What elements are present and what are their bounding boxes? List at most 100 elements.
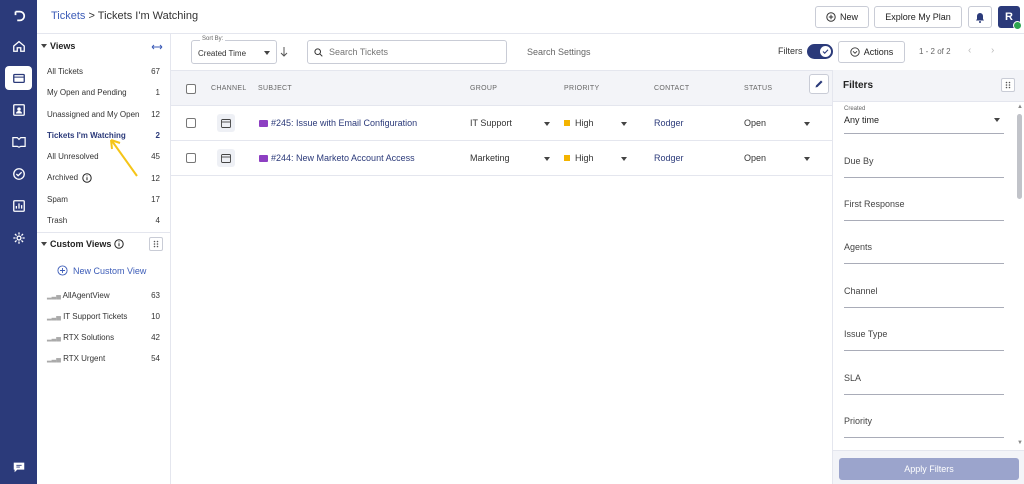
select-all-checkbox[interactable] — [186, 84, 196, 94]
filters-panel-title: Filters — [843, 80, 874, 91]
custom-view-item[interactable]: ▂▃▅ RTX Urgent 54 — [47, 350, 160, 366]
page-title: Tickets I'm Watching — [97, 10, 199, 22]
info-icon[interactable] — [114, 239, 125, 249]
filters-scrollbar[interactable]: ▲ ▼ — [1016, 104, 1023, 448]
chevron-circle-icon — [850, 47, 860, 57]
notifications-button[interactable] — [968, 6, 992, 28]
sort-direction-icon[interactable] — [280, 46, 288, 58]
app-logo-icon[interactable] — [5, 4, 32, 28]
search-settings-link[interactable]: Search Settings — [527, 47, 591, 57]
view-item-spam[interactable]: Spam 17 — [47, 191, 160, 207]
contact-link[interactable]: Rodger — [654, 153, 684, 163]
reports-icon[interactable] — [5, 194, 32, 218]
check-icon — [822, 49, 829, 54]
custom-view-item[interactable]: ▂▃▅ IT Support Tickets 10 — [47, 308, 160, 324]
chevron-down-icon[interactable] — [621, 122, 627, 126]
column-priority[interactable]: PRIORITY — [564, 85, 599, 92]
view-item-all-tickets[interactable]: All Tickets 67 — [47, 63, 160, 79]
priority-select[interactable]: High — [564, 153, 594, 163]
expand-arrows-icon[interactable] — [151, 43, 163, 51]
apply-filters-button[interactable]: Apply Filters — [839, 458, 1019, 480]
scrollbar-thumb[interactable] — [1017, 114, 1022, 199]
actions-button[interactable]: Actions — [838, 41, 905, 63]
ticket-subject-text: : Issue with Email Configuration — [291, 118, 418, 128]
channel-cell — [217, 149, 235, 167]
column-status[interactable]: STATUS — [744, 85, 772, 92]
filter-field-label: Due By — [844, 156, 874, 166]
scroll-up-icon[interactable]: ▲ — [1017, 104, 1023, 110]
view-item-trash[interactable]: Trash 4 — [47, 212, 160, 228]
due-by-filter[interactable]: Due By — [844, 150, 1004, 178]
group-select[interactable]: IT Support — [470, 118, 512, 128]
priority-value: High — [575, 153, 594, 163]
contact-link[interactable]: Rodger — [654, 118, 684, 128]
row-checkbox[interactable] — [186, 118, 196, 128]
chevron-down-icon[interactable] — [544, 157, 550, 161]
view-item-label: Unassigned and My Open — [47, 109, 140, 119]
explore-plan-button[interactable]: Explore My Plan — [874, 6, 962, 28]
column-contact[interactable]: CONTACT — [654, 85, 689, 92]
views-header[interactable]: Views — [41, 41, 75, 51]
table-header: CHANNEL SUBJECT GROUP PRIORITY CONTACT S… — [171, 70, 832, 106]
next-page-icon[interactable]: › — [991, 45, 994, 56]
chevron-down-icon[interactable] — [804, 157, 810, 161]
custom-view-label-wrap: ▂▃▅ IT Support Tickets — [47, 312, 127, 321]
sla-filter[interactable]: SLA — [844, 367, 1004, 395]
knowledge-base-icon[interactable] — [5, 130, 32, 154]
view-item-archived[interactable]: Archived 12 — [47, 170, 160, 186]
first-response-filter[interactable]: First Response — [844, 193, 1004, 221]
created-filter-label: Created — [844, 106, 866, 112]
custom-views-header[interactable]: Custom Views — [41, 239, 125, 249]
bar-chart-icon: ▂▃▅ — [47, 293, 61, 300]
chat-icon[interactable] — [5, 455, 32, 479]
ticket-subject-link[interactable]: #245: Issue with Email Configuration — [259, 118, 417, 128]
table-row[interactable]: #244: New Marketo Account Access Marketi… — [171, 141, 832, 176]
breadcrumb-tickets-link[interactable]: Tickets — [51, 10, 85, 22]
new-ticket-button[interactable]: New — [815, 6, 869, 28]
search-input[interactable] — [329, 47, 499, 57]
column-channel[interactable]: CHANNEL — [211, 85, 247, 92]
view-item-my-open-pending[interactable]: My Open and Pending 1 — [47, 84, 160, 100]
edit-columns-button[interactable] — [809, 74, 829, 94]
group-select[interactable]: Marketing — [470, 153, 510, 163]
prev-page-icon[interactable]: ‹ — [968, 45, 971, 56]
chevron-down-icon[interactable] — [544, 122, 550, 126]
info-icon[interactable] — [82, 173, 93, 183]
view-item-unassigned-my-open[interactable]: Unassigned and My Open 12 — [47, 106, 160, 122]
row-checkbox[interactable] — [186, 153, 196, 163]
scroll-down-icon[interactable]: ▼ — [1017, 440, 1023, 446]
chevron-down-icon[interactable] — [621, 157, 627, 161]
chevron-down-icon[interactable] — [804, 122, 810, 126]
channel-filter[interactable]: Channel — [844, 280, 1004, 308]
user-avatar[interactable]: R — [998, 6, 1022, 30]
home-icon[interactable] — [5, 34, 32, 58]
settings-gear-icon[interactable] — [5, 226, 32, 250]
new-custom-view-button[interactable]: New Custom View — [57, 265, 146, 276]
pagination-text: 1 - 2 of 2 — [919, 47, 951, 56]
filters-toggle[interactable] — [807, 44, 833, 59]
issue-type-filter[interactable]: Issue Type — [844, 323, 1004, 351]
column-group[interactable]: GROUP — [470, 85, 497, 92]
custom-view-item[interactable]: ▂▃▅ RTX Solutions 42 — [47, 329, 160, 345]
drag-handle-icon[interactable] — [1001, 78, 1015, 92]
agents-filter[interactable]: Agents — [844, 236, 1004, 264]
ticket-subject-text: : New Marketo Account Access — [291, 153, 415, 163]
custom-view-item[interactable]: ▂▃▅ AllAgentView 63 — [47, 287, 160, 303]
sort-by-select[interactable]: Sort By: Created Time — [191, 36, 277, 64]
table-row[interactable]: #245: Issue with Email Configuration IT … — [171, 106, 832, 141]
created-filter-select[interactable]: Created Any time — [844, 106, 1004, 134]
ticket-id: #244 — [271, 153, 292, 163]
tasks-icon[interactable] — [5, 162, 32, 186]
column-subject[interactable]: SUBJECT — [258, 85, 292, 92]
view-item-tickets-watching[interactable]: Tickets I'm Watching 2 — [47, 127, 160, 143]
priority-filter[interactable]: Priority — [844, 410, 1004, 438]
ticket-subject-link[interactable]: #244: New Marketo Account Access — [259, 153, 415, 163]
tickets-icon[interactable] — [5, 66, 32, 90]
status-select[interactable]: Open — [744, 118, 766, 128]
view-item-all-unresolved[interactable]: All Unresolved 45 — [47, 148, 160, 164]
priority-select[interactable]: High — [564, 118, 594, 128]
drag-handle-icon[interactable] — [149, 237, 163, 251]
status-select[interactable]: Open — [744, 153, 766, 163]
custom-view-label: AllAgentView — [62, 290, 110, 300]
contacts-icon[interactable] — [5, 98, 32, 122]
